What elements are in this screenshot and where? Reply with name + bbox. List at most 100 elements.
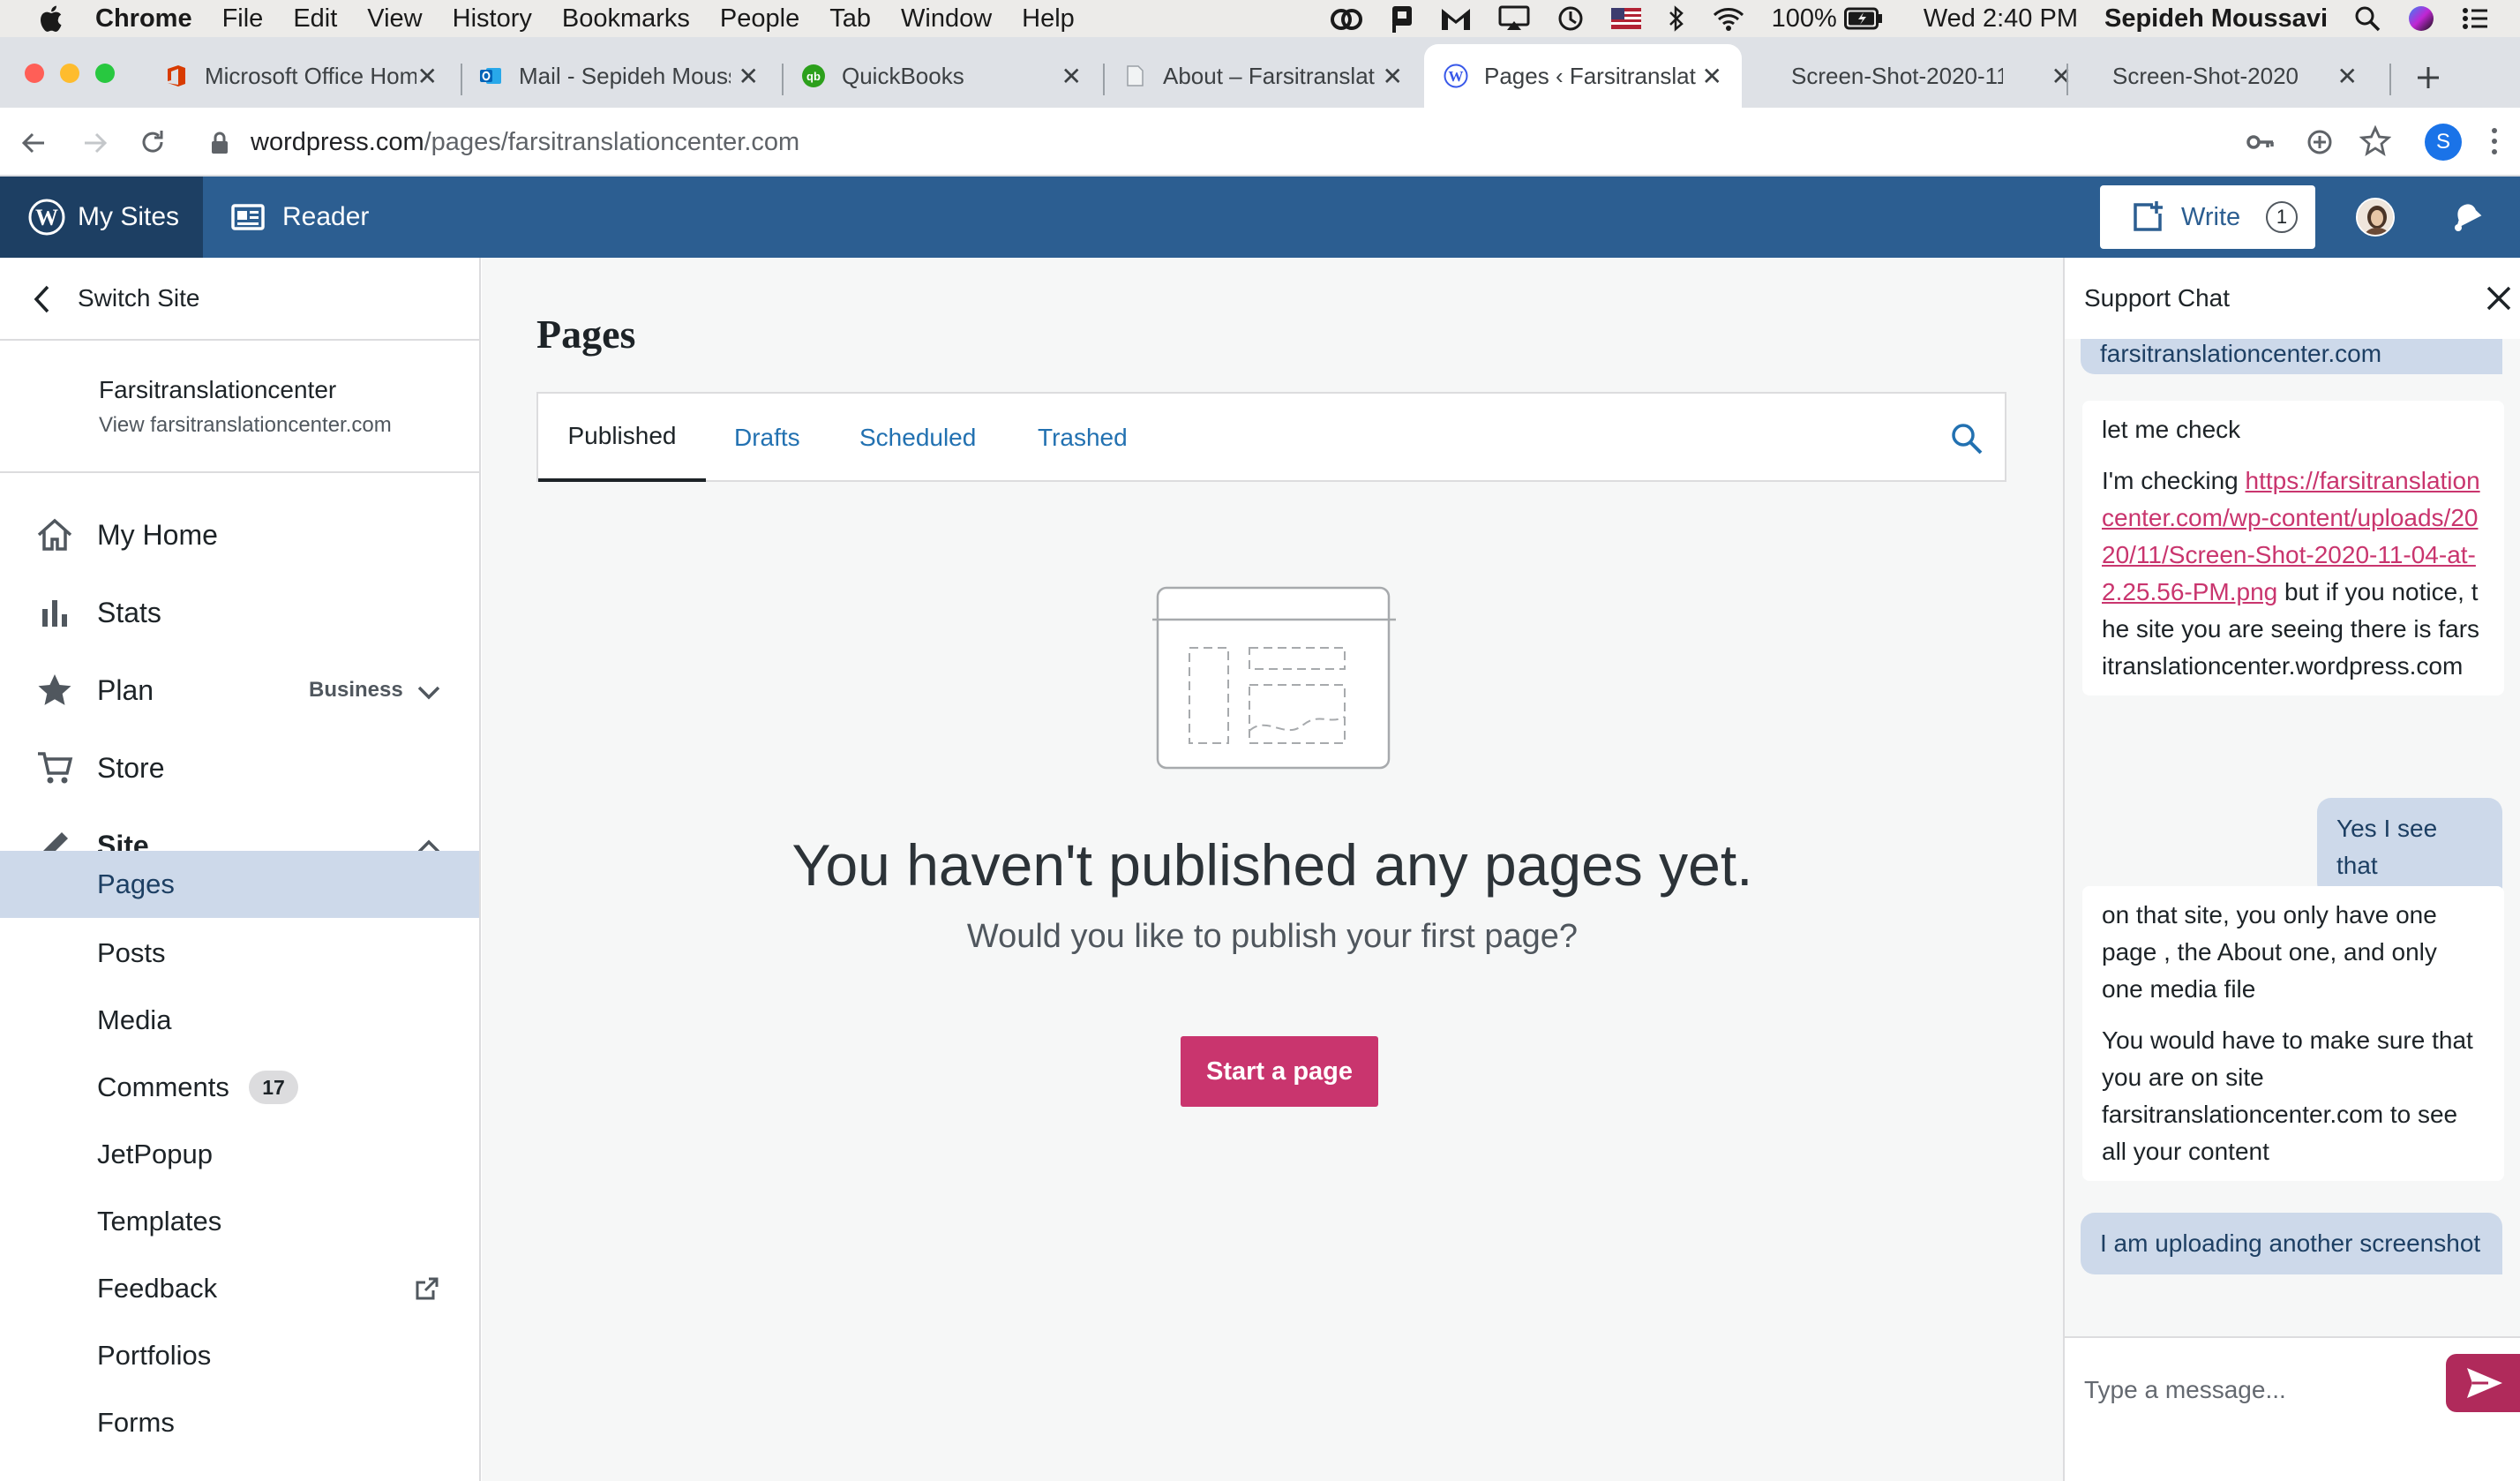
sidebar-item-stats[interactable]: Stats	[0, 575, 479, 650]
user-avatar[interactable]	[2356, 198, 2395, 237]
browser-tab[interactable]: qb QuickBooks ✕	[801, 44, 1101, 108]
browser-tab-active[interactable]: W Pages ‹ Farsitranslationcenter ✕	[1424, 44, 1742, 108]
write-button[interactable]: Write 1	[2100, 185, 2315, 249]
profile-avatar[interactable]: S	[2425, 124, 2462, 161]
sidebar-subitem-portfolios[interactable]: Portfolios	[0, 1322, 479, 1389]
reader-label: Reader	[282, 202, 370, 231]
time-machine-icon[interactable]	[1556, 4, 1585, 33]
drafts-count-badge: 1	[2266, 201, 2298, 233]
sidebar-item-label: My Home	[97, 518, 218, 551]
us-flag-icon[interactable]	[1610, 8, 1641, 29]
battery-charging-icon[interactable]	[1843, 7, 1883, 30]
menu-people[interactable]: People	[720, 4, 799, 34]
flag-app-icon[interactable]	[1391, 4, 1414, 33]
key-icon[interactable]	[2245, 129, 2276, 155]
siri-icon[interactable]	[2407, 4, 2435, 33]
menu-history[interactable]: History	[453, 4, 532, 34]
close-icon[interactable]: ✕	[1061, 62, 1082, 91]
reader-button[interactable]: Reader	[231, 177, 369, 258]
main-content: Pages Published Drafts Scheduled Trashed…	[482, 258, 2063, 1481]
my-sites-button[interactable]: W My Sites	[0, 177, 203, 258]
menu-view[interactable]: View	[367, 4, 422, 34]
close-icon[interactable]: ✕	[2051, 62, 2072, 91]
write-post-icon	[2134, 201, 2163, 231]
sidebar-item-label: Store	[97, 751, 165, 784]
gmail-icon[interactable]	[1440, 5, 1472, 32]
tab-title: QuickBooks	[842, 62, 964, 89]
site-url-link[interactable]: View farsitranslationcenter.com	[99, 413, 392, 438]
menu-edit[interactable]: Edit	[293, 4, 337, 34]
blank-page-icon	[1127, 65, 1144, 86]
browser-tab[interactable]: Screen-Shot-2020-11-04 ✕	[2112, 44, 2377, 108]
menu-help[interactable]: Help	[1022, 4, 1075, 34]
browser-tab[interactable]: Microsoft Office Home ✕	[157, 44, 457, 108]
bookmark-star-icon[interactable]	[2359, 125, 2391, 157]
menubar-clock[interactable]: Wed 2:40 PM	[1924, 4, 2078, 34]
lock-icon[interactable]	[210, 131, 229, 155]
tab-scheduled[interactable]: Scheduled	[859, 394, 976, 482]
menu-app-name[interactable]: Chrome	[95, 4, 192, 34]
chevron-left-icon	[34, 285, 49, 313]
site-card[interactable]: Farsitranslationcenter View farsitransla…	[0, 341, 479, 473]
sidebar-subitem-comments[interactable]: Comments 17	[0, 1054, 479, 1121]
window-close-button[interactable]	[25, 64, 44, 83]
window-zoom-button[interactable]	[95, 64, 115, 83]
close-icon[interactable]: ✕	[2337, 62, 2358, 91]
close-icon[interactable]: ✕	[739, 62, 759, 91]
menu-file[interactable]: File	[222, 4, 264, 34]
notification-center-icon[interactable]	[2462, 6, 2488, 31]
wifi-icon[interactable]	[1712, 5, 1745, 32]
browser-tab[interactable]: Screen-Shot-2020-11-04 ✕	[1791, 44, 2091, 108]
creative-cloud-icon[interactable]	[1329, 5, 1364, 32]
menu-tab[interactable]: Tab	[829, 4, 871, 34]
forward-arrow-icon[interactable]	[81, 129, 109, 157]
chat-message-input[interactable]	[2084, 1359, 2402, 1421]
reload-icon[interactable]	[138, 127, 168, 157]
sidebar-subitem-media[interactable]: Media	[0, 987, 479, 1054]
tab-trashed[interactable]: Trashed	[1038, 394, 1128, 482]
browser-tab[interactable]: Mail - Sepideh Moussavi ✕	[478, 44, 778, 108]
browser-tab[interactable]: About – Farsitranslationcenter ✕	[1122, 44, 1422, 108]
add-to-page-icon[interactable]	[2305, 127, 2335, 157]
tab-divider	[782, 64, 784, 95]
sidebar-subitem-posts[interactable]: Posts	[0, 920, 479, 987]
bluetooth-icon[interactable]	[1668, 4, 1685, 33]
sidebar-subitem-label: Forms	[97, 1407, 175, 1438]
spotlight-search-icon[interactable]	[2354, 5, 2381, 32]
search-icon[interactable]	[1950, 422, 1984, 455]
menubar-user[interactable]: Sepideh Moussavi	[2104, 4, 2328, 34]
kebab-menu-icon[interactable]	[2490, 125, 2499, 157]
sidebar-subitem-pages[interactable]: Pages	[0, 851, 479, 918]
sidebar-item-my-home[interactable]: My Home	[0, 498, 479, 572]
close-icon[interactable]: ✕	[1383, 62, 1403, 91]
sidebar-item-store[interactable]: Store	[0, 731, 479, 805]
sidebar-subitem-label: Feedback	[97, 1273, 218, 1304]
sidebar-item-plan[interactable]: Plan Business	[0, 653, 479, 727]
tab-drafts[interactable]: Drafts	[734, 394, 800, 482]
apple-icon[interactable]	[35, 3, 65, 34]
empty-state-subtitle: Would you like to publish your first pag…	[966, 918, 1579, 955]
menu-window[interactable]: Window	[901, 4, 992, 34]
close-chat-icon[interactable]	[2485, 284, 2513, 312]
new-tab-plus-icon[interactable]	[2414, 64, 2442, 92]
menu-bookmarks[interactable]: Bookmarks	[562, 4, 690, 34]
macos-menu-bar: Chrome File Edit View History Bookmarks …	[0, 0, 2520, 37]
close-icon[interactable]: ✕	[417, 62, 438, 91]
tab-title: Microsoft Office Home	[205, 62, 416, 89]
home-icon	[37, 518, 72, 551]
sidebar-subitem-jetpopup[interactable]: JetPopup	[0, 1121, 479, 1188]
sidebar-subitem-forms[interactable]: Forms	[0, 1389, 479, 1456]
switch-site-label: Switch Site	[78, 284, 200, 312]
start-a-page-button[interactable]: Start a page	[1181, 1036, 1378, 1107]
airplay-icon[interactable]	[1498, 5, 1530, 32]
sidebar-subitem-templates[interactable]: Templates	[0, 1188, 479, 1255]
tab-published[interactable]: Published	[538, 394, 706, 482]
switch-site-button[interactable]: Switch Site	[0, 258, 479, 341]
notifications-bell-icon[interactable]	[2448, 198, 2486, 237]
sidebar-subitem-feedback[interactable]: Feedback	[0, 1255, 479, 1322]
close-icon[interactable]: ✕	[1702, 62, 1722, 91]
send-message-button[interactable]	[2446, 1354, 2520, 1412]
back-arrow-icon[interactable]	[19, 129, 48, 157]
address-bar[interactable]: wordpress.com/pages/farsitranslationcent…	[251, 108, 2492, 177]
window-minimize-button[interactable]	[60, 64, 79, 83]
